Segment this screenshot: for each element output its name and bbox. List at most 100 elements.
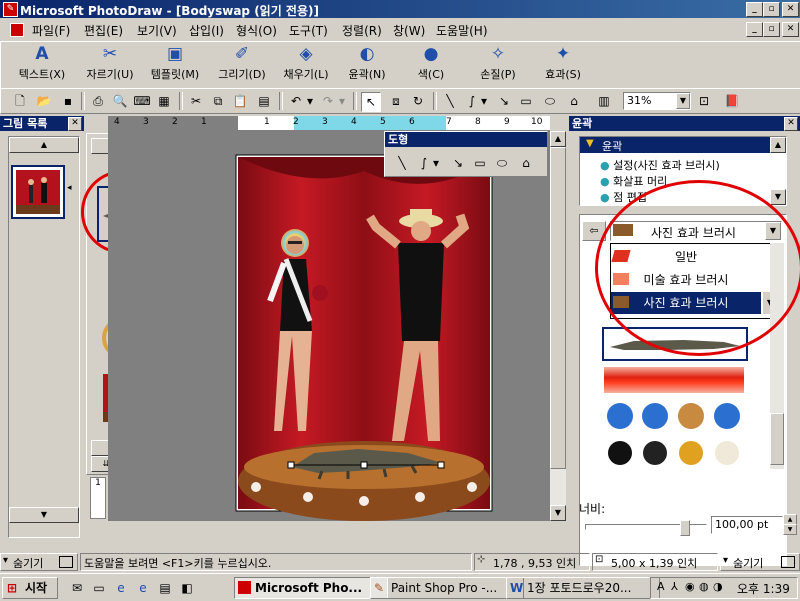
doc-restore-button[interactable]: ▫: [763, 22, 780, 37]
menu-format[interactable]: 형식(O): [236, 22, 277, 39]
hide-left-button[interactable]: ▾ 숨기기: [0, 553, 78, 571]
effects-button[interactable]: ✦ 효과(S): [537, 44, 589, 84]
brush-swatch-red[interactable]: [604, 367, 744, 393]
brush-swatch-globes[interactable]: [604, 401, 746, 431]
touchup-button[interactable]: ✧ 손질(P): [469, 44, 527, 84]
width-spin-down-icon[interactable]: ▼: [783, 524, 797, 535]
draw-button[interactable]: ✐ 그리기(D): [213, 44, 271, 84]
menu-file[interactable]: 파일(F): [32, 22, 70, 39]
tree-item-settings[interactable]: ● 설정(사진 효과 브러시): [600, 157, 720, 173]
menu-window[interactable]: 창(W): [393, 22, 425, 39]
task-photodraw[interactable]: Microsoft Pho...: [234, 577, 388, 599]
task-word[interactable]: W 1장 포토드로우20...: [506, 577, 660, 599]
menu-help[interactable]: 도움말(H): [436, 22, 488, 39]
tray-app-icon[interactable]: ◑: [713, 580, 723, 593]
gallery-icon[interactable]: 📕: [723, 92, 741, 110]
shape-line-icon[interactable]: ╲: [393, 154, 411, 172]
fill-button[interactable]: ◈ 채우기(L): [277, 44, 335, 84]
templates-button[interactable]: ▣ 템플릿(M): [145, 44, 205, 84]
workspace[interactable]: 1 ▲ ▼: [90, 131, 566, 521]
rectangle-icon[interactable]: ▭: [517, 92, 535, 110]
outline-button[interactable]: ◐ 윤곽(N): [341, 44, 393, 84]
tree-root[interactable]: ▼ 윤곽: [580, 137, 770, 153]
open-icon[interactable]: 📂: [35, 92, 53, 110]
canvas-scroll-up[interactable]: ▲: [550, 131, 566, 147]
rotate-icon[interactable]: ↻: [409, 92, 427, 110]
shape-autoshape-icon[interactable]: ⌂: [517, 154, 535, 172]
width-slider[interactable]: [585, 520, 707, 538]
menu-view[interactable]: 보기(V): [137, 22, 177, 39]
picture-list-close-icon[interactable]: ✕: [68, 117, 82, 131]
gallery-scroll-thumb[interactable]: [770, 413, 784, 465]
canvas-scroll-thumb[interactable]: [550, 147, 566, 469]
volume-icon[interactable]: ◉: [685, 580, 695, 593]
zoom-fit-icon[interactable]: ⊡: [695, 92, 713, 110]
document-icon[interactable]: [10, 23, 24, 37]
canvas-picture[interactable]: [108, 131, 550, 521]
undo-icon[interactable]: ↶: [287, 92, 305, 110]
copy-icon[interactable]: ⧉: [209, 92, 227, 110]
doc-minimize-button[interactable]: _: [746, 22, 763, 37]
quicklaunch-ie2-icon[interactable]: e: [134, 579, 152, 597]
camera-icon[interactable]: ▦: [155, 92, 173, 110]
width-slider-thumb[interactable]: [680, 520, 690, 536]
minimize-button[interactable]: _: [746, 2, 763, 17]
shape-arrow-icon[interactable]: ↘: [449, 154, 467, 172]
tree-scroll-up[interactable]: ▲: [770, 137, 786, 153]
curve-dropdown-icon[interactable]: ▾: [479, 92, 489, 110]
menu-arrange[interactable]: 정렬(R): [342, 22, 382, 39]
picture-list-scroll-down[interactable]: ▼: [9, 507, 79, 523]
quicklaunch-desktop-icon[interactable]: ▭: [90, 579, 108, 597]
color-button[interactable]: ● 색(C): [406, 44, 456, 84]
tree-scroll-down[interactable]: ▼: [770, 189, 786, 205]
save-icon[interactable]: ▪: [59, 92, 77, 110]
brush-swatch-balls[interactable]: [604, 437, 746, 465]
paste-icon[interactable]: 📋: [231, 92, 249, 110]
line-icon[interactable]: ╲: [441, 92, 459, 110]
ime-mode-icon[interactable]: ⅄: [671, 580, 678, 593]
arrange-icon[interactable]: ⧈: [387, 92, 405, 110]
arrow-icon[interactable]: ↘: [495, 92, 513, 110]
quicklaunch-ie-icon[interactable]: e: [112, 579, 130, 597]
quicklaunch-folder-icon[interactable]: ▤: [156, 579, 174, 597]
close-button[interactable]: ✕: [782, 2, 799, 17]
picture-list-scroll-up[interactable]: ▲: [9, 137, 79, 153]
quicklaunch-outlook-icon[interactable]: ✉: [68, 579, 86, 597]
width-input[interactable]: 100,00 pt: [711, 516, 783, 534]
shape-curve-dropdown-icon[interactable]: ▾: [431, 154, 441, 172]
menu-tools[interactable]: 도구(T): [289, 22, 328, 39]
menu-edit[interactable]: 편집(E): [84, 22, 123, 39]
quicklaunch-media-icon[interactable]: ◧: [178, 579, 196, 597]
outline-panel-close-icon[interactable]: ✕: [784, 117, 798, 131]
doc-close-button[interactable]: ✕: [782, 22, 799, 37]
pointer-icon[interactable]: ↖: [361, 92, 381, 112]
picture-thumbnail[interactable]: [11, 165, 65, 219]
network-icon[interactable]: ◍: [699, 580, 709, 593]
canvas-scroll-down[interactable]: ▼: [550, 505, 566, 521]
undo-dropdown-icon[interactable]: ▾: [305, 92, 315, 110]
shape-rectangle-icon[interactable]: ▭: [471, 154, 489, 172]
menu-insert[interactable]: 삽입(I): [189, 22, 224, 39]
text-tool-icon[interactable]: ▥: [595, 92, 613, 110]
restore-button[interactable]: ▫: [763, 2, 780, 17]
text-button[interactable]: A 텍스트(X): [13, 44, 71, 84]
scan-icon[interactable]: ⌨: [133, 92, 151, 110]
task-paintshop[interactable]: ✎ Paint Shop Pro -...: [370, 577, 524, 599]
new-icon[interactable]: 🗋: [11, 92, 29, 110]
shape-ellipse-icon[interactable]: ⬭: [493, 154, 511, 172]
cut-icon[interactable]: ✂: [187, 92, 205, 110]
ellipse-icon[interactable]: ⬭: [541, 92, 559, 110]
redo-dropdown-icon[interactable]: ▾: [337, 92, 347, 110]
start-button[interactable]: ⊞ 시작: [2, 577, 58, 599]
redo-icon[interactable]: ↷: [319, 92, 337, 110]
zoom-combo[interactable]: 31% ▼: [623, 92, 691, 110]
hide-right-button[interactable]: ▾ 숨기기: [720, 553, 800, 571]
zoom-dropdown-icon[interactable]: ▼: [676, 93, 690, 109]
crop-button[interactable]: ✂ 자르기(U): [81, 44, 139, 84]
format-painter-icon[interactable]: ▤: [255, 92, 273, 110]
autoshape-icon[interactable]: ⌂: [565, 92, 583, 110]
print-icon[interactable]: ⎙: [89, 92, 107, 110]
canvas-vertical-scrollbar[interactable]: ▲ ▼: [550, 131, 566, 521]
ime-icon[interactable]: A: [657, 580, 665, 593]
print-preview-icon[interactable]: 🔍: [111, 92, 129, 110]
